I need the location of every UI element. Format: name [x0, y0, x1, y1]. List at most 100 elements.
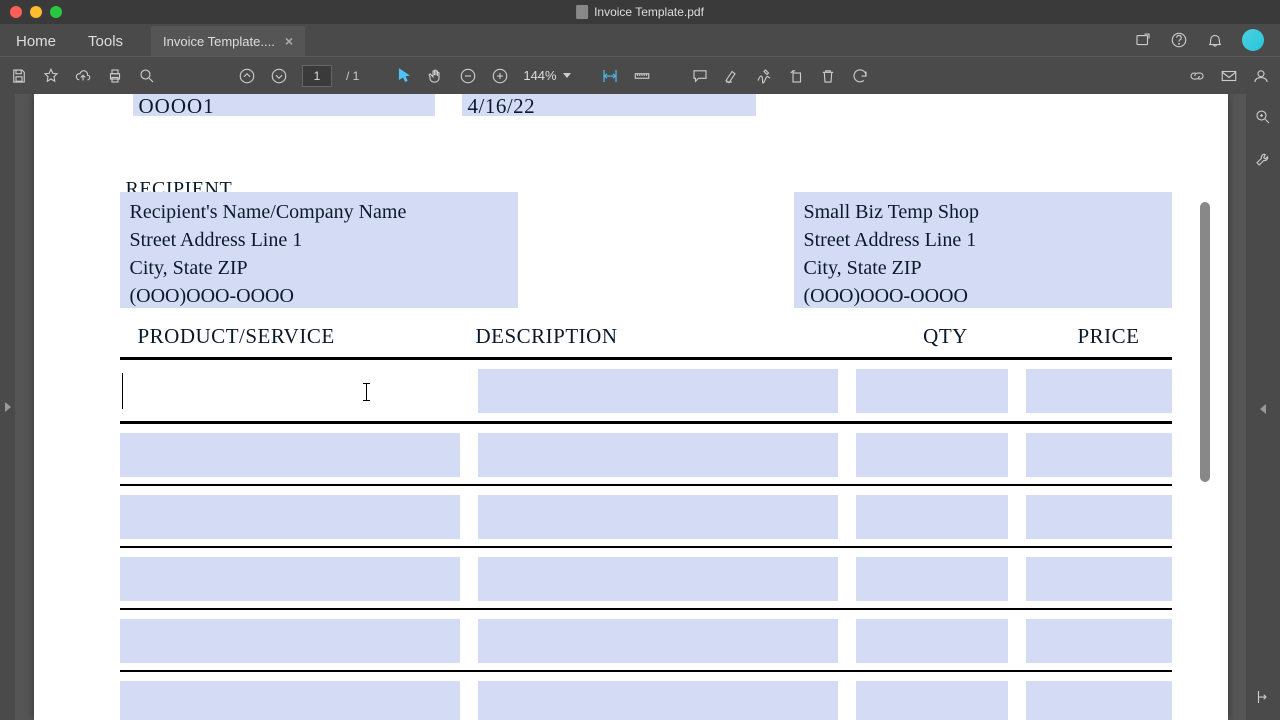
bell-icon[interactable]	[1206, 31, 1224, 49]
comment-icon[interactable]	[691, 67, 709, 85]
highlight-icon[interactable]	[723, 67, 741, 85]
tab-label: Invoice Template....	[163, 34, 275, 49]
tab-bar: Home Tools Invoice Template.... ×	[0, 24, 1280, 56]
price-cell[interactable]	[1026, 495, 1172, 539]
line-items-table: PRODUCT/SERVICE DESCRIPTION QTY PRICE	[120, 324, 1172, 720]
document-tab[interactable]: Invoice Template.... ×	[151, 26, 305, 56]
qty-cell[interactable]	[856, 557, 1008, 601]
window-title-text: Invoice Template.pdf	[594, 5, 704, 19]
select-tool-icon[interactable]	[395, 67, 413, 85]
pdf-page: OOOO1 4/16/22 RECIPIENT Recipient's Name…	[34, 94, 1228, 720]
table-row	[120, 548, 1172, 609]
print-icon[interactable]	[106, 67, 124, 85]
window-controls	[0, 6, 62, 18]
delete-icon[interactable]	[819, 67, 837, 85]
col-price: PRICE	[1046, 324, 1172, 349]
description-cell[interactable]	[478, 369, 838, 413]
cloud-upload-icon[interactable]	[74, 67, 92, 85]
description-cell[interactable]	[478, 619, 838, 663]
main-area: OOOO1 4/16/22 RECIPIENT Recipient's Name…	[0, 94, 1280, 720]
description-cell[interactable]	[478, 495, 838, 539]
people-icon[interactable]	[1252, 67, 1270, 85]
left-panel-toggle[interactable]	[0, 94, 15, 720]
right-tools-rail	[1246, 94, 1280, 720]
table-header: PRODUCT/SERVICE DESCRIPTION QTY PRICE	[120, 324, 1172, 357]
right-panel-toggle[interactable]	[1260, 404, 1266, 414]
table-row	[120, 610, 1172, 671]
search-page-icon[interactable]	[1254, 108, 1272, 126]
tab-close-icon[interactable]: ×	[285, 33, 293, 49]
price-cell[interactable]	[1026, 433, 1172, 477]
product-cell[interactable]	[120, 619, 460, 663]
table-row	[120, 486, 1172, 547]
share-box-icon[interactable]	[1134, 31, 1152, 49]
find-icon[interactable]	[138, 67, 156, 85]
product-cell[interactable]	[120, 557, 460, 601]
star-icon[interactable]	[42, 67, 60, 85]
nav-home[interactable]: Home	[0, 27, 72, 56]
qty-cell[interactable]	[856, 619, 1008, 663]
description-cell[interactable]	[478, 681, 838, 720]
col-product: PRODUCT/SERVICE	[120, 324, 476, 349]
page-total-label: / 1	[346, 69, 359, 83]
sender-phone: (OOO)OOO-OOOO	[804, 282, 1162, 310]
document-icon	[576, 5, 588, 19]
page-down-icon[interactable]	[270, 67, 288, 85]
product-cell[interactable]	[120, 495, 460, 539]
qty-cell[interactable]	[856, 433, 1008, 477]
hand-tool-icon[interactable]	[427, 67, 445, 85]
description-cell[interactable]	[478, 433, 838, 477]
maximize-window-button[interactable]	[50, 6, 62, 18]
zoom-in-icon[interactable]	[491, 67, 509, 85]
sender-address-field[interactable]: Small Biz Temp Shop Street Address Line …	[794, 192, 1172, 308]
zoom-out-icon[interactable]	[459, 67, 477, 85]
qty-cell[interactable]	[856, 369, 1008, 413]
qty-cell[interactable]	[856, 681, 1008, 720]
invoice-number-field[interactable]: OOOO1	[133, 94, 435, 116]
undo-icon[interactable]	[851, 67, 869, 85]
page-number-input[interactable]	[302, 65, 332, 87]
text-cursor	[122, 373, 124, 409]
minimize-window-button[interactable]	[30, 6, 42, 18]
wrench-icon[interactable]	[1254, 150, 1272, 168]
user-avatar[interactable]	[1242, 29, 1264, 51]
help-icon[interactable]	[1170, 31, 1188, 49]
price-cell[interactable]	[1026, 619, 1172, 663]
sign-icon[interactable]	[755, 67, 773, 85]
close-window-button[interactable]	[10, 6, 22, 18]
product-cell[interactable]	[120, 681, 460, 720]
recipient-phone: (OOO)OOO-OOOO	[130, 282, 508, 310]
sender-name: Small Biz Temp Shop	[804, 198, 1162, 226]
table-row	[120, 424, 1172, 485]
vertical-scrollbar[interactable]	[1198, 102, 1212, 682]
ruler-icon[interactable]	[633, 67, 651, 85]
product-cell[interactable]	[120, 433, 460, 477]
link-icon[interactable]	[1188, 67, 1206, 85]
scrollbar-thumb[interactable]	[1200, 202, 1210, 482]
price-cell[interactable]	[1026, 369, 1172, 413]
invoice-date-field[interactable]: 4/16/22	[462, 94, 756, 116]
zoom-select[interactable]: 144%	[523, 68, 570, 83]
table-row	[120, 360, 1172, 421]
save-icon[interactable]	[10, 67, 28, 85]
sender-city: City, State ZIP	[804, 254, 1162, 282]
recipient-name: Recipient's Name/Company Name	[130, 198, 508, 226]
ibeam-cursor-icon	[366, 383, 367, 401]
email-icon[interactable]	[1220, 67, 1238, 85]
recipient-street: Street Address Line 1	[130, 226, 508, 254]
price-cell[interactable]	[1026, 681, 1172, 720]
sender-street: Street Address Line 1	[804, 226, 1162, 254]
page-up-icon[interactable]	[238, 67, 256, 85]
rotate-icon[interactable]	[787, 67, 805, 85]
product-cell-editing[interactable]	[120, 369, 460, 413]
col-description: DESCRIPTION	[476, 324, 846, 349]
table-row	[120, 672, 1172, 720]
qty-cell[interactable]	[856, 495, 1008, 539]
fit-width-icon[interactable]	[601, 67, 619, 85]
document-viewport[interactable]: OOOO1 4/16/22 RECIPIENT Recipient's Name…	[15, 94, 1246, 720]
description-cell[interactable]	[478, 557, 838, 601]
recipient-address-field[interactable]: Recipient's Name/Company Name Street Add…	[120, 192, 518, 308]
price-cell[interactable]	[1026, 557, 1172, 601]
nav-tools[interactable]: Tools	[72, 27, 139, 56]
expand-panel-icon[interactable]	[1254, 688, 1272, 706]
